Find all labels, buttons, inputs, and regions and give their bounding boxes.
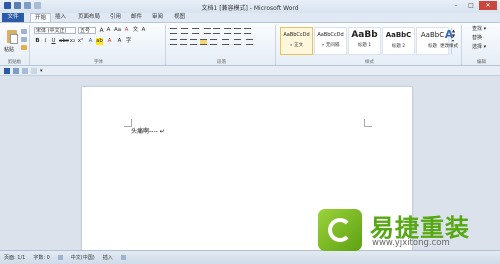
borders-icon[interactable]: [246, 39, 253, 45]
text-effects-icon[interactable]: A: [87, 38, 94, 45]
logo-url-text: www.yjxitong.com: [372, 238, 450, 248]
clipboard-group-label: 剪贴板: [7, 60, 22, 65]
editing-group: 查找 ▾ 替换 选择 ▾ 编辑: [463, 25, 500, 65]
font-size-select[interactable]: 五号: [78, 27, 96, 34]
shrink-font-icon[interactable]: A: [105, 27, 112, 34]
macro-icon[interactable]: [120, 255, 126, 260]
logo-icon: [318, 209, 362, 251]
tab-mailings[interactable]: 邮件: [131, 13, 142, 22]
tab-file[interactable]: 文件: [2, 13, 24, 22]
document-text[interactable]: 头痛啊---- ↵: [131, 126, 165, 135]
find-button[interactable]: 查找 ▾: [472, 26, 486, 33]
border-char-icon[interactable]: A: [140, 27, 147, 34]
tab-home[interactable]: 开始: [30, 13, 52, 22]
justify-icon[interactable]: [200, 39, 207, 45]
editing-group-label: 编辑: [477, 60, 486, 65]
increase-indent-icon[interactable]: [213, 28, 220, 34]
multilevel-list-icon[interactable]: [192, 28, 199, 34]
grow-font-icon[interactable]: A: [98, 27, 105, 34]
insert-mode[interactable]: 插入: [103, 254, 113, 261]
language-indicator[interactable]: 中文(中国): [71, 254, 95, 261]
tab-insert[interactable]: 插入: [55, 13, 66, 22]
select-button[interactable]: 选择 ▾: [472, 44, 486, 51]
font-color-icon[interactable]: A: [106, 38, 113, 45]
align-center-icon[interactable]: [180, 39, 187, 45]
tab-references[interactable]: 引用: [110, 13, 121, 22]
copy-icon[interactable]: [21, 37, 27, 42]
pinyin-icon[interactable]: 文: [132, 27, 139, 34]
watermark-logo: 易捷重装 www.yjxitong.com: [318, 207, 496, 253]
shading-icon[interactable]: [234, 39, 241, 45]
page-count[interactable]: 页面: 1/1: [4, 254, 25, 261]
char-shading-icon[interactable]: A: [116, 38, 123, 45]
enclose-char-icon[interactable]: 字: [125, 38, 132, 45]
align-right-icon[interactable]: [190, 39, 197, 45]
paragraph-group-label: 段落: [217, 60, 226, 65]
bold-icon[interactable]: B: [34, 38, 41, 45]
chinese-layout-icon[interactable]: [224, 28, 231, 34]
styles-group-label: 样式: [365, 60, 374, 65]
show-marks-icon[interactable]: [244, 28, 251, 34]
tab-view[interactable]: 视图: [174, 13, 185, 22]
paragraph-group: 段落: [168, 25, 276, 65]
change-styles-button[interactable]: A 更改样式: [436, 26, 462, 60]
bullets-icon[interactable]: [170, 28, 177, 34]
paste-label: 粘贴: [4, 47, 15, 53]
paste-button[interactable]: 粘贴: [2, 26, 19, 56]
underline-icon[interactable]: U: [50, 38, 57, 45]
margin-mark-top-right: [364, 119, 372, 127]
close-button[interactable]: ✕: [479, 1, 497, 10]
numbering-icon[interactable]: [181, 28, 188, 34]
tab-page-layout[interactable]: 页面布局: [78, 13, 100, 22]
font-name-select[interactable]: 宋体 (中文正): [34, 27, 76, 34]
distributed-icon[interactable]: [210, 39, 217, 45]
style-no-spacing[interactable]: AaBbCcDd » 无间隔: [314, 27, 347, 55]
quick-access-row: ▾: [0, 66, 500, 76]
refresh-ring-icon: [328, 218, 352, 242]
line-spacing-icon[interactable]: [222, 39, 229, 45]
tab-review[interactable]: 审阅: [152, 13, 163, 22]
decrease-indent-icon[interactable]: [204, 28, 211, 34]
ribbon-tabs: 文件 开始 插入 页面布局 引用 邮件 审阅 视图: [0, 13, 500, 22]
replace-button[interactable]: 替换: [472, 35, 482, 42]
italic-icon[interactable]: I: [42, 38, 49, 45]
clipboard-group: 粘贴 剪贴板: [0, 25, 30, 65]
subscript-icon[interactable]: x₂: [69, 38, 76, 45]
paste-icon: [7, 30, 18, 44]
style-heading-2[interactable]: AaBbC 标题 2: [382, 27, 415, 55]
redo-icon[interactable]: [22, 68, 28, 74]
customize-icon[interactable]: ▾: [40, 68, 43, 74]
change-styles-label: 更改样式: [440, 44, 458, 49]
maximize-button[interactable]: □: [464, 1, 478, 10]
sort-icon[interactable]: [234, 28, 241, 34]
align-left-icon[interactable]: [170, 39, 177, 45]
format-painter-icon[interactable]: [21, 45, 27, 50]
styles-group: AaBbCcDd » 正文 AaBbCcDd » 无间隔 AaBb 标题 1 A…: [278, 25, 462, 65]
save-icon[interactable]: [4, 68, 10, 74]
style-normal[interactable]: AaBbCcDd » 正文: [280, 27, 313, 55]
word-count[interactable]: 字数: 0: [33, 254, 49, 261]
highlight-icon[interactable]: ab: [96, 38, 103, 45]
superscript-icon[interactable]: x²: [77, 38, 84, 45]
clear-format-icon[interactable]: A: [123, 27, 130, 34]
style-heading-1[interactable]: AaBb 标题 1: [348, 27, 381, 55]
minimize-button[interactable]: –: [449, 1, 463, 10]
proofing-icon[interactable]: [57, 255, 63, 260]
strikethrough-icon[interactable]: abc: [59, 38, 69, 45]
change-case-icon[interactable]: Aa: [114, 27, 121, 34]
change-styles-icon: A: [444, 28, 454, 41]
font-group: 宋体 (中文正) 五号 A A Aa A 文 A B I U abc x₂ x²…: [32, 25, 166, 65]
undo-icon[interactable]: [13, 68, 19, 74]
print-preview-icon[interactable]: [31, 68, 37, 74]
title-bar: 文档1 [兼容模式] - Microsoft Word – □ ✕: [0, 0, 500, 13]
cut-icon[interactable]: [21, 29, 27, 34]
font-group-label: 字体: [94, 60, 103, 65]
window-title: 文档1 [兼容模式] - Microsoft Word: [201, 5, 299, 12]
ribbon: 粘贴 剪贴板 宋体 (中文正) 五号 A A Aa A 文 A B I U ab…: [0, 22, 500, 66]
